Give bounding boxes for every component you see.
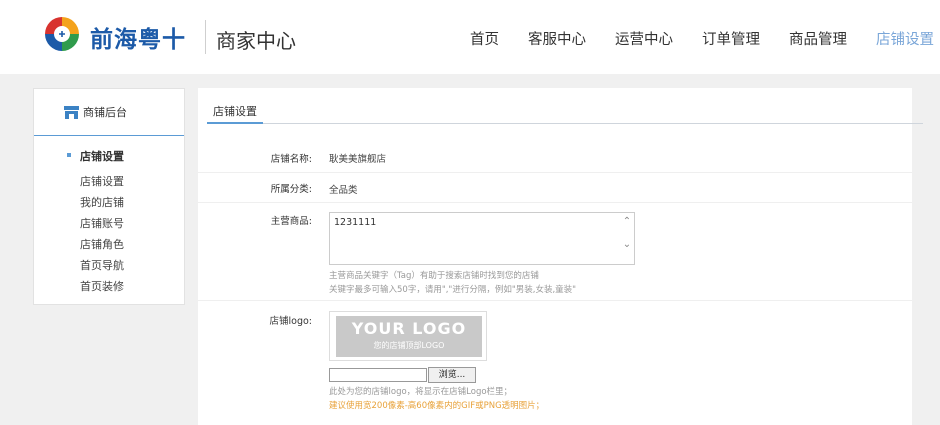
- main-goods-hint-2: 关键字最多可输入50字，请用","进行分隔，例如"男装,女装,童装": [329, 285, 577, 295]
- brand-divider: [205, 20, 206, 54]
- top-header: 前海粤十 商家中心 首页 客服中心 运营中心 订单管理 商品管理 店铺设置: [0, 0, 940, 74]
- sidebar-menu: 店铺设置 我的店铺 店铺账号 店铺角色 首页导航 首页装修: [34, 171, 184, 297]
- sidebar-item-store-settings[interactable]: 店铺设置: [34, 171, 184, 192]
- brand-logo-icon: [45, 17, 79, 51]
- sidebar-group-store-settings[interactable]: 店铺设置: [34, 148, 184, 164]
- scroll-down-icon[interactable]: ⌄: [620, 238, 634, 252]
- nav-operations[interactable]: 运营中心: [615, 28, 673, 49]
- category-label: 所属分类:: [270, 184, 312, 195]
- main-goods-hint-1: 主营商品关键字（Tag）有助于搜索店铺时找到您的店铺: [329, 271, 539, 281]
- page-body: 商铺后台 店铺设置 店铺设置 我的店铺 店铺账号 店铺角色 首页导航 首页装修 …: [0, 74, 940, 425]
- main-nav: 首页 客服中心 运营中心 订单管理 商品管理 店铺设置: [441, 28, 934, 49]
- logo-label: 店铺logo:: [269, 316, 313, 327]
- main-goods-text: 1231111: [334, 217, 377, 228]
- category-value: 全品类: [329, 185, 358, 196]
- logo-placeholder-title: YOUR LOGO: [351, 319, 467, 338]
- tab-bar: 店铺设置: [207, 103, 923, 124]
- store-icon: [64, 105, 79, 119]
- logo-placeholder-caption: 您的店铺顶部LOGO: [373, 341, 445, 350]
- row-store-name: 店铺名称: 耿美美旗舰店: [198, 140, 912, 173]
- sidebar-item-home-nav[interactable]: 首页导航: [34, 255, 184, 276]
- logo-hint-1: 此处为您的店铺logo，将显示在店铺Logo栏里；: [329, 387, 513, 397]
- sidebar-item-store-role[interactable]: 店铺角色: [34, 234, 184, 255]
- sidebar: 商铺后台 店铺设置 店铺设置 我的店铺 店铺账号 店铺角色 首页导航 首页装修: [33, 88, 185, 305]
- sidebar-item-store-account[interactable]: 店铺账号: [34, 213, 184, 234]
- browse-button[interactable]: 浏览...: [428, 367, 476, 383]
- logo-hint-2: 建议使用宽200像素-高60像素内的GIF或PNG透明图片；: [329, 401, 545, 411]
- row-category: 所属分类: 全品类: [198, 173, 912, 203]
- nav-home[interactable]: 首页: [470, 28, 499, 49]
- nav-store-settings[interactable]: 店铺设置: [876, 28, 934, 49]
- nav-customer-service[interactable]: 客服中心: [528, 28, 586, 49]
- brand-name: 前海粤十: [90, 27, 186, 53]
- logo-preview: YOUR LOGO 您的店铺顶部LOGO: [329, 311, 487, 361]
- main-goods-label: 主营商品:: [270, 216, 312, 227]
- sidebar-item-home-decoration[interactable]: 首页装修: [34, 276, 184, 297]
- sidebar-item-my-store[interactable]: 我的店铺: [34, 192, 184, 213]
- tab-store-settings[interactable]: 店铺设置: [207, 103, 263, 124]
- nav-orders[interactable]: 订单管理: [702, 28, 760, 49]
- main-goods-textarea[interactable]: 1231111 ⌃ ⌄: [329, 212, 635, 265]
- store-name-label: 店铺名称:: [270, 154, 312, 165]
- main-content: 店铺设置 店铺名称: 耿美美旗舰店 所属分类: 全品类 主营商品: 123111…: [198, 88, 923, 425]
- scroll-up-icon[interactable]: ⌃: [620, 215, 634, 229]
- sidebar-title: 商铺后台: [83, 106, 127, 119]
- nav-products[interactable]: 商品管理: [789, 28, 847, 49]
- logo-file-input[interactable]: [329, 368, 427, 382]
- logo-placeholder-image: YOUR LOGO 您的店铺顶部LOGO: [336, 316, 482, 357]
- store-name-value: 耿美美旗舰店: [329, 154, 387, 165]
- brand-subtitle: 商家中心: [216, 29, 296, 53]
- sidebar-header: 商铺后台: [34, 89, 184, 136]
